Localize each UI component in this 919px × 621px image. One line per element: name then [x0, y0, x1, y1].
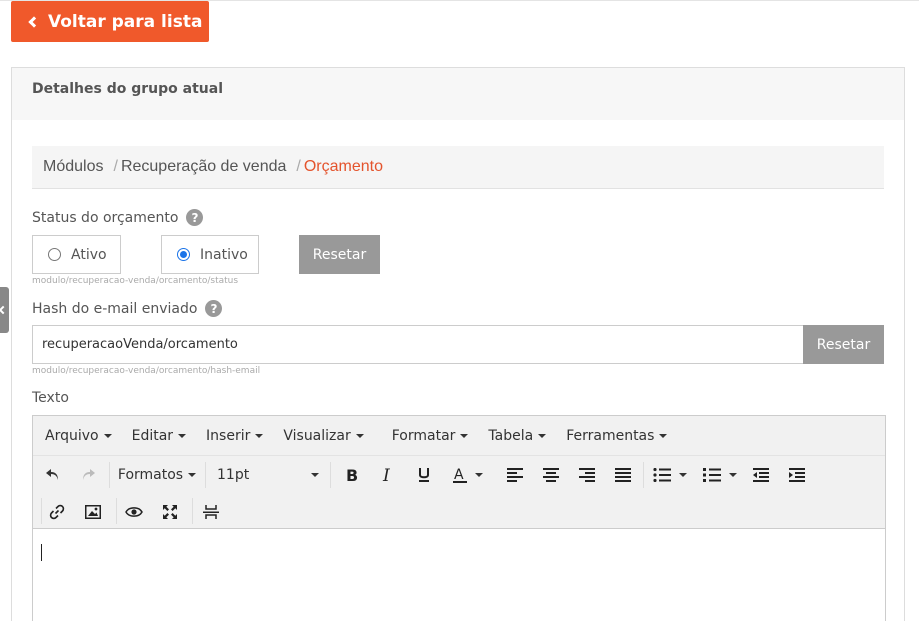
hash-email-input[interactable]: recuperacaoVenda/orcamento: [32, 325, 803, 364]
caret-down-icon: [729, 473, 737, 477]
status-label-row: Status do orçamento ?: [32, 209, 204, 226]
status-option-ativo[interactable]: Ativo: [32, 235, 121, 274]
outdent-icon[interactable]: [749, 464, 773, 486]
toolbar-divider: [116, 498, 117, 524]
menu-inserir[interactable]: Inserir: [196, 428, 273, 444]
menu-arquivo[interactable]: Arquivo: [35, 428, 122, 444]
italic-icon[interactable]: I: [376, 464, 400, 486]
text-color-icon[interactable]: A: [447, 464, 487, 486]
status-reset-button[interactable]: Resetar: [299, 235, 380, 274]
caret-down-icon: [460, 433, 469, 438]
caret-down-icon: [178, 433, 187, 438]
hash-hint: modulo/recuperacao-venda/orcamento/hash-…: [32, 366, 261, 376]
toolbar-divider: [192, 498, 193, 524]
radio-ativo[interactable]: [48, 248, 61, 261]
group-details-panel: Detalhes do grupo atual Módulos / Recupe…: [11, 67, 905, 621]
back-to-list-button[interactable]: Voltar para lista: [11, 1, 209, 42]
texto-label: Texto: [32, 390, 69, 406]
caret-down-icon: [311, 473, 319, 477]
menu-tabela[interactable]: Tabela: [478, 428, 556, 444]
sidebar-toggle[interactable]: [0, 287, 9, 333]
image-icon[interactable]: [81, 501, 105, 523]
caret-down-icon: [255, 433, 264, 438]
chevron-left-icon: [0, 305, 8, 315]
svg-text:A: A: [454, 467, 464, 483]
align-right-icon[interactable]: [575, 464, 599, 486]
bold-icon[interactable]: B: [340, 464, 364, 486]
menu-editar[interactable]: Editar: [122, 428, 196, 444]
breadcrumb-item-orcamento: Orçamento: [303, 158, 383, 175]
status-label: Status do orçamento: [32, 209, 179, 226]
breadcrumb: Módulos / Recuperação de venda / Orçamen…: [32, 146, 884, 189]
toolbar-divider: [205, 462, 206, 488]
formats-dropdown[interactable]: Formatos: [117, 464, 197, 486]
font-size-dropdown[interactable]: 11pt: [213, 464, 323, 486]
status-option-label: Ativo: [71, 246, 107, 263]
align-justify-icon[interactable]: [611, 464, 635, 486]
caret-down-icon: [659, 433, 668, 438]
rich-text-editor: Arquivo Editar Inserir Visualizar Format…: [32, 415, 886, 621]
caret-down-icon: [355, 433, 364, 438]
preview-eye-icon[interactable]: [122, 501, 146, 523]
breadcrumb-item-recuperacao[interactable]: Recuperação de venda: [121, 158, 286, 176]
caret-down-icon: [188, 473, 197, 477]
radio-inativo[interactable]: [177, 248, 190, 261]
undo-icon[interactable]: [41, 464, 65, 486]
chevron-left-icon: [28, 16, 40, 28]
panel-title: Detalhes do grupo atual: [12, 68, 904, 120]
breadcrumb-separator: /: [296, 158, 301, 175]
fullscreen-icon[interactable]: [158, 501, 182, 523]
menu-visualizar[interactable]: Visualizar: [273, 428, 373, 444]
caret-down-icon: [538, 433, 547, 438]
hash-reset-button[interactable]: Resetar: [803, 325, 884, 364]
caret-down-icon: [103, 433, 112, 438]
align-center-icon[interactable]: [539, 464, 563, 486]
menu-formatar[interactable]: Formatar: [382, 428, 479, 444]
indent-icon[interactable]: [785, 464, 809, 486]
underline-icon[interactable]: [412, 464, 436, 486]
caret-down-icon: [474, 473, 483, 477]
help-icon[interactable]: ?: [186, 209, 204, 226]
editor-toolbar: Formatos 11pt B I A: [33, 456, 885, 529]
font-size-value: 11pt: [217, 467, 250, 483]
toolbar-divider: [41, 498, 42, 524]
toolbar-divider: [109, 462, 110, 488]
hash-label-row: Hash do e-mail enviado ?: [32, 300, 223, 317]
caret-down-icon: [679, 473, 687, 477]
editor-menubar: Arquivo Editar Inserir Visualizar Format…: [33, 416, 885, 456]
status-hint: modulo/recuperacao-venda/orcamento/statu…: [32, 276, 239, 286]
text-cursor: [41, 544, 42, 561]
breadcrumb-separator: /: [113, 158, 118, 175]
hash-label: Hash do e-mail enviado: [32, 300, 198, 317]
redo-icon[interactable]: [76, 464, 100, 486]
status-option-inativo[interactable]: Inativo: [161, 235, 259, 274]
breadcrumb-item-modulos[interactable]: Módulos: [43, 158, 103, 176]
formats-label: Formatos: [117, 467, 184, 483]
page-break-icon[interactable]: [199, 501, 223, 523]
help-icon[interactable]: ?: [205, 300, 223, 317]
toolbar-divider: [330, 462, 331, 488]
back-to-list-label: Voltar para lista: [48, 11, 203, 32]
toolbar-divider: [643, 462, 644, 488]
link-icon[interactable]: [45, 501, 69, 523]
menu-ferramentas[interactable]: Ferramentas: [556, 428, 677, 444]
svg-text:I: I: [382, 467, 390, 483]
svg-text:B: B: [346, 467, 358, 483]
bullet-list-icon[interactable]: [649, 464, 691, 486]
align-left-icon[interactable]: [503, 464, 527, 486]
numbered-list-icon[interactable]: [699, 464, 741, 486]
status-option-label: Inativo: [200, 246, 248, 263]
